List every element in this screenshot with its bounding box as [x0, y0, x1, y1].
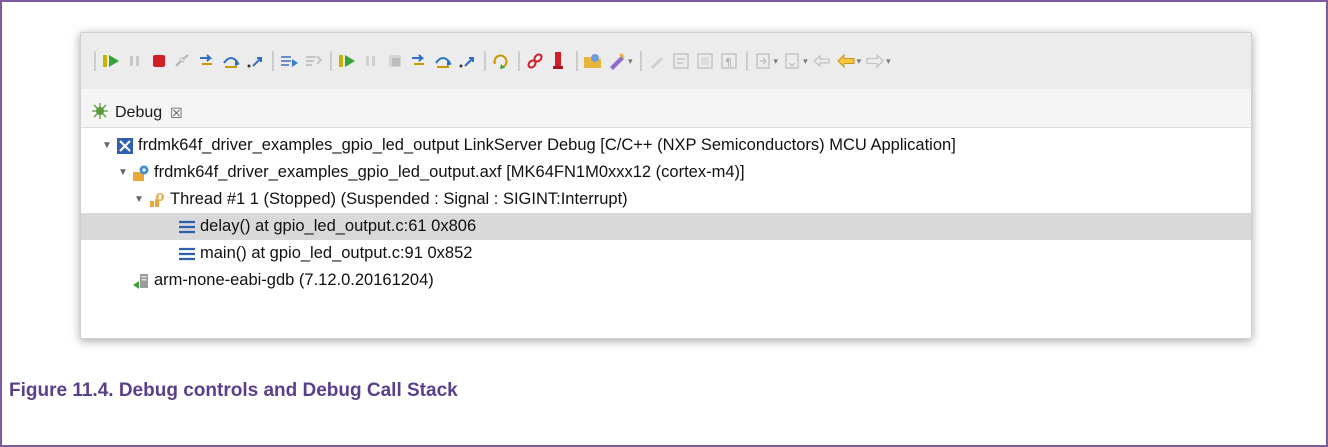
- tab-debug-label: Debug: [115, 104, 163, 121]
- debug-view: Debug ☒ ▼ frdmk64f_driver_examples_gpio_…: [81, 89, 1251, 338]
- toolbar-separator: [272, 51, 274, 71]
- open-folder-icon[interactable]: [583, 50, 603, 72]
- step-into-all-icon[interactable]: [409, 50, 429, 72]
- tree-row-label: delay() at gpio_led_output.c:61 0x806: [200, 217, 477, 235]
- eclipse-debug-screenshot: ▾ ¶ ▾ ▾ ▾ ▾ Debug ☒ ▼ frdmk64f_driver_ex…: [80, 32, 1252, 339]
- resume-all-icon[interactable]: [337, 50, 357, 72]
- forward-icon[interactable]: [865, 50, 885, 72]
- suspend-all-icon[interactable]: [361, 50, 381, 72]
- stack-frame-icon: [177, 244, 197, 264]
- svg-text:¶: ¶: [725, 56, 732, 69]
- toolbar-separator: [330, 51, 332, 71]
- tree-row-label: frdmk64f_driver_examples_gpio_led_output…: [138, 136, 956, 154]
- annotation-icon[interactable]: [753, 50, 773, 72]
- toolbar-separator: [484, 51, 486, 71]
- back-dropdown-icon[interactable]: ▾: [857, 56, 862, 67]
- debug-call-stack-tree: ▼ frdmk64f_driver_examples_gpio_led_outp…: [81, 127, 1251, 338]
- tree-row-label: Thread #1 1 (Stopped) (Suspended : Signa…: [170, 190, 628, 208]
- pilcrow-icon[interactable]: ¶: [719, 50, 739, 72]
- pen-dropdown-icon[interactable]: ▾: [628, 56, 633, 67]
- expanded-triangle-icon[interactable]: ▼: [101, 140, 113, 151]
- instruction-stepping-icon[interactable]: [279, 50, 299, 72]
- next-annotation-dropdown-icon[interactable]: ▾: [803, 56, 808, 67]
- launch-config-icon: [115, 136, 135, 156]
- figure-frame: ▾ ¶ ▾ ▾ ▾ ▾ Debug ☒ ▼ frdmk64f_driver_ex…: [0, 0, 1328, 447]
- toolbar-separator: [745, 51, 748, 71]
- debug-bug-icon: [91, 102, 109, 125]
- step-over-icon[interactable]: [221, 50, 241, 72]
- drop-to-frame-icon[interactable]: [303, 50, 323, 72]
- tree-row-launch[interactable]: ▼ frdmk64f_driver_examples_gpio_led_outp…: [81, 132, 1251, 159]
- resume-icon[interactable]: [101, 50, 121, 72]
- close-icon[interactable]: ☒: [170, 105, 183, 122]
- terminate-icon[interactable]: [149, 50, 169, 72]
- disconnect-icon[interactable]: [173, 50, 193, 72]
- expanded-triangle-icon[interactable]: ▼: [117, 167, 129, 178]
- forward-dropdown-icon[interactable]: ▾: [886, 56, 891, 67]
- suspend-icon[interactable]: [125, 50, 145, 72]
- tree-row-label: arm-none-eabi-gdb (7.12.0.20161204): [154, 271, 434, 289]
- debug-toolbar: ▾ ¶ ▾ ▾ ▾ ▾: [81, 33, 1251, 89]
- restart-icon[interactable]: [491, 50, 511, 72]
- stack-frame-icon: [177, 217, 197, 237]
- next-annotation-icon[interactable]: [782, 50, 802, 72]
- tree-row-thread[interactable]: ▼ Thread #1 1 (Stopped) (Suspended : Sig…: [81, 186, 1251, 213]
- tree-row-gdb-process[interactable]: arm-none-eabi-gdb (7.12.0.20161204): [81, 267, 1251, 294]
- figure-caption: Figure 11.4. Debug controls and Debug Ca…: [9, 380, 458, 401]
- back-icon[interactable]: [836, 50, 856, 72]
- tree-row-stack-frame-selected[interactable]: delay() at gpio_led_output.c:61 0x806: [81, 213, 1251, 240]
- toolbar-separator: [94, 51, 96, 71]
- annotation-dropdown-icon[interactable]: ▾: [774, 56, 779, 67]
- step-into-icon[interactable]: [197, 50, 217, 72]
- toolbar-separator: [576, 51, 578, 71]
- terminate-all-icon[interactable]: [385, 50, 405, 72]
- gdb-process-icon: [131, 271, 151, 291]
- edit-icon[interactable]: [647, 50, 667, 72]
- toolbar-separator: [639, 51, 642, 71]
- grid-icon[interactable]: [695, 50, 715, 72]
- step-return-all-icon[interactable]: [457, 50, 477, 72]
- debug-target-icon: [131, 163, 151, 183]
- toolbar-separator: [518, 51, 520, 71]
- tree-row-label: frdmk64f_driver_examples_gpio_led_output…: [154, 163, 745, 181]
- tree-row-target[interactable]: ▼ frdmk64f_driver_examples_gpio_led_outp…: [81, 159, 1251, 186]
- step-over-all-icon[interactable]: [433, 50, 453, 72]
- magnet-icon[interactable]: [549, 50, 569, 72]
- pen-icon[interactable]: [607, 50, 627, 72]
- thread-icon: [147, 190, 167, 210]
- link-icon[interactable]: [525, 50, 545, 72]
- tree-row-label: main() at gpio_led_output.c:91 0x852: [200, 244, 473, 262]
- last-edit-icon[interactable]: [812, 50, 832, 72]
- tree-row-stack-frame[interactable]: main() at gpio_led_output.c:91 0x852: [81, 240, 1251, 267]
- expanded-triangle-icon[interactable]: ▼: [133, 194, 145, 205]
- properties-icon[interactable]: [671, 50, 691, 72]
- tab-debug[interactable]: Debug ☒: [91, 99, 183, 127]
- step-return-icon[interactable]: [245, 50, 265, 72]
